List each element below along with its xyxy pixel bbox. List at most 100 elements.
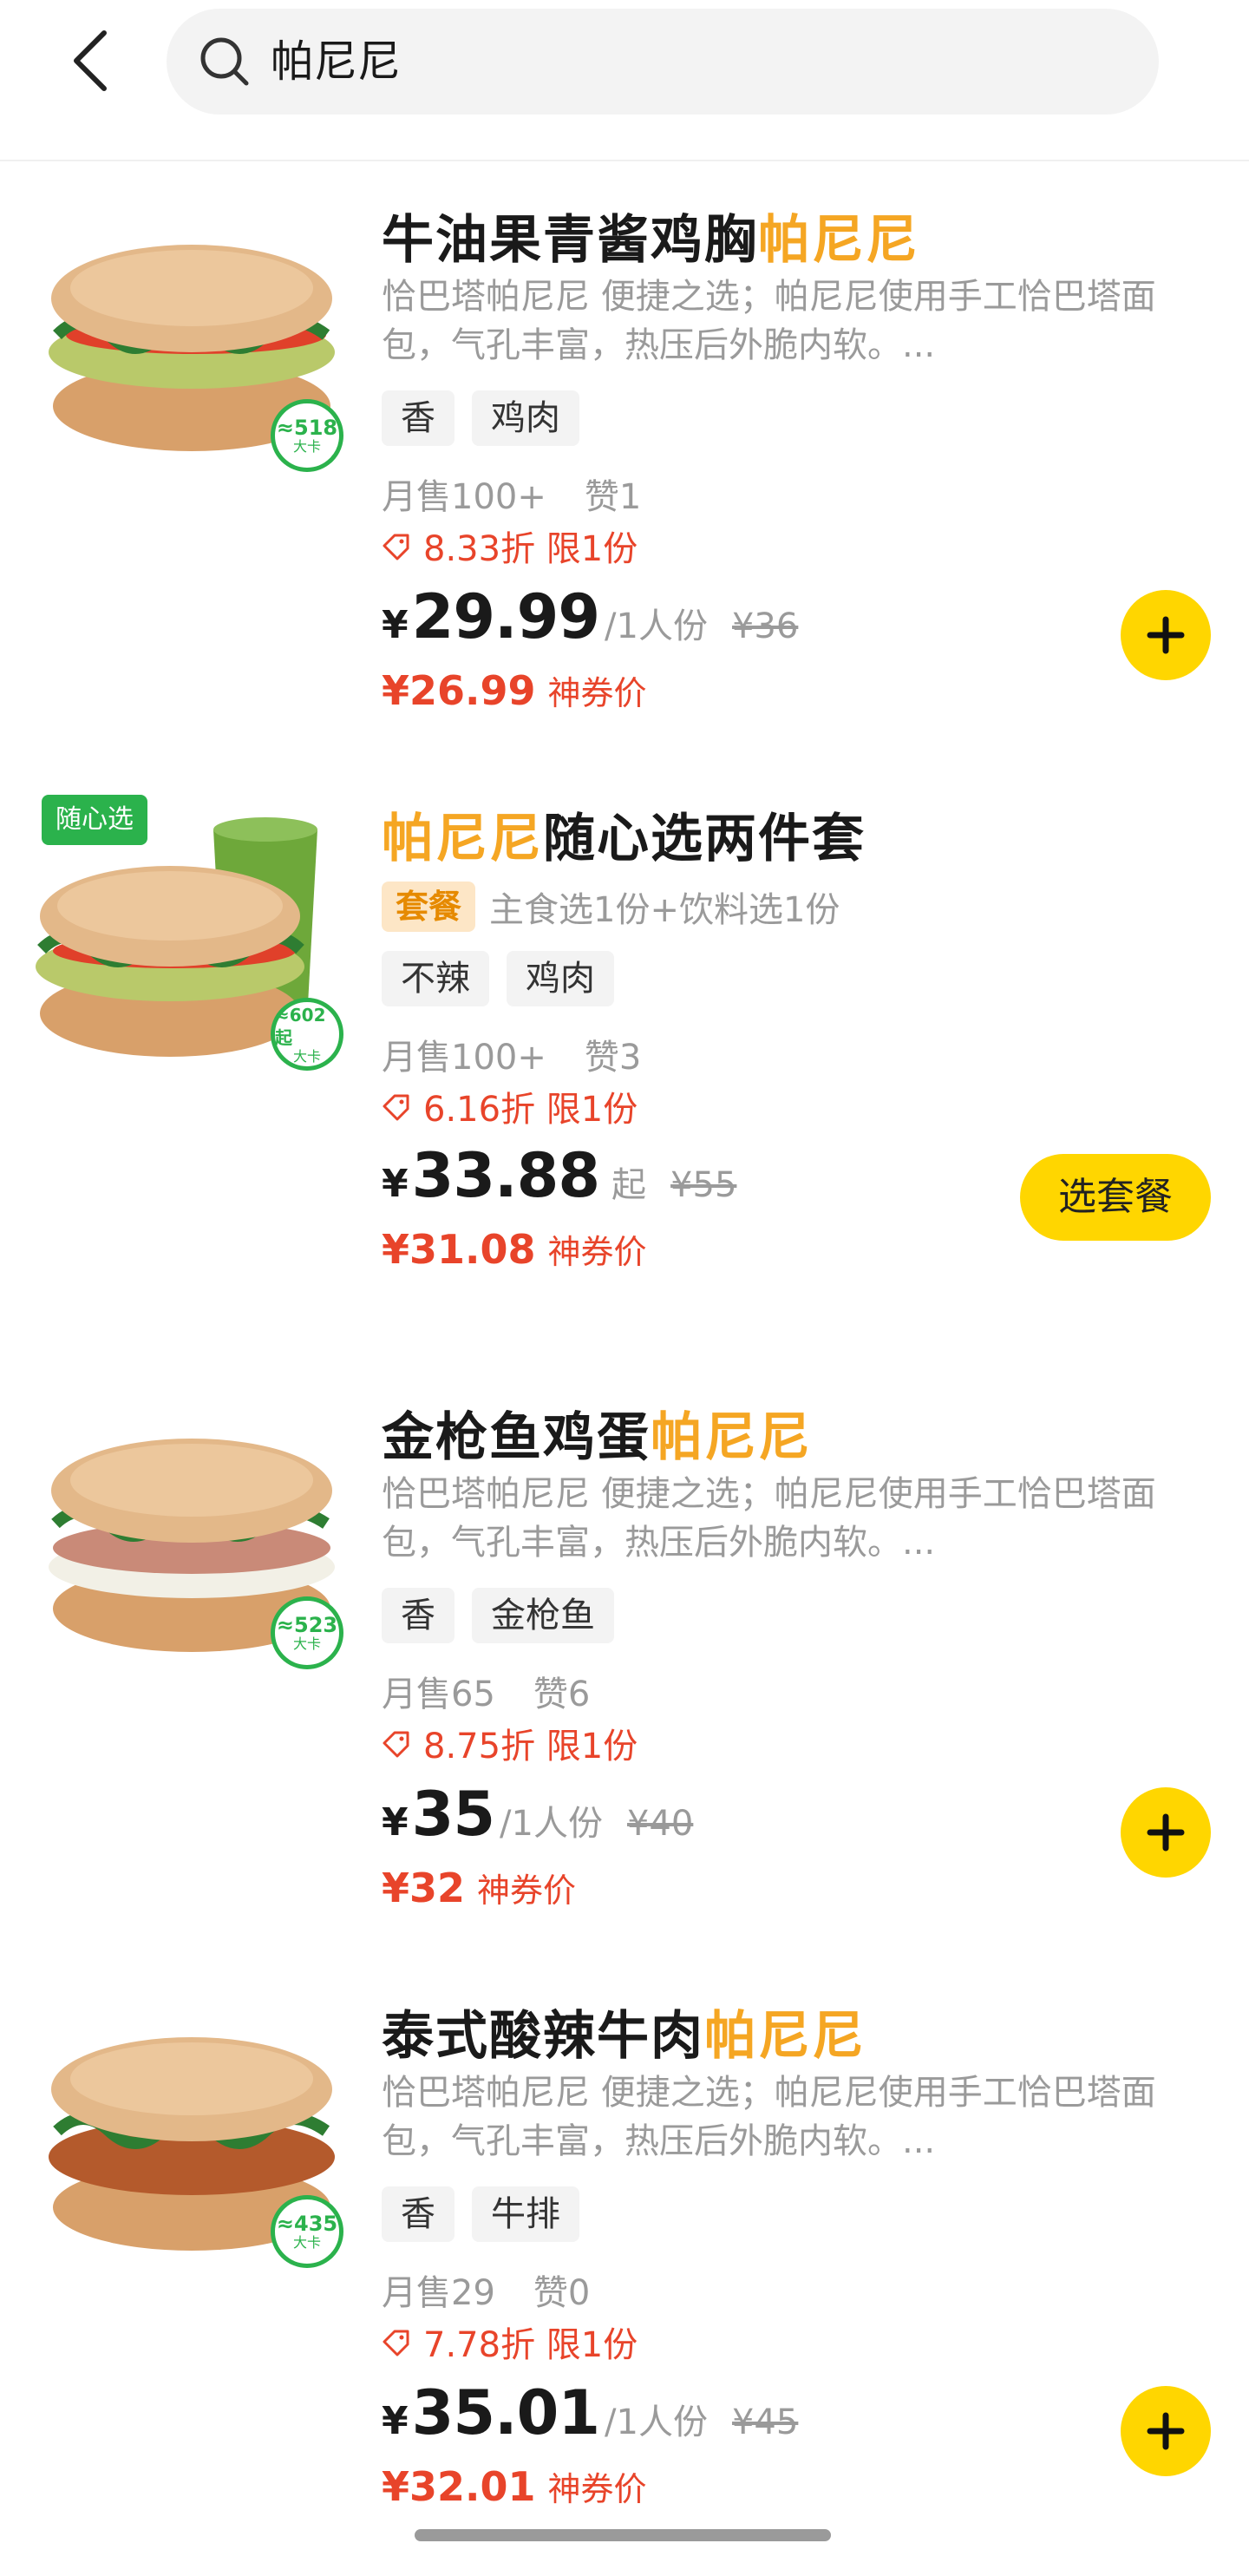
- monthly-sales: 月售100+: [382, 1038, 546, 1078]
- coupon-price: ¥32.01: [382, 2463, 536, 2510]
- back-button[interactable]: [61, 26, 130, 95]
- product-stats: 月售100+ 赞1: [382, 469, 641, 519]
- calorie-unit: 大卡: [292, 2234, 321, 2251]
- calorie-value: ≈602起: [275, 1005, 326, 1048]
- product-tag: 不辣: [382, 951, 489, 1006]
- coupon-price: ¥26.99: [382, 667, 536, 714]
- search-header: [0, 0, 1249, 161]
- product-tag: 鸡肉: [507, 951, 614, 1006]
- product-tags: 香 鸡肉: [382, 390, 579, 446]
- original-price: ¥55: [670, 1165, 737, 1205]
- likes-count: 赞1: [584, 477, 642, 517]
- discount-info: 6.16折 限1份: [382, 1081, 638, 1131]
- combo-info: 套餐 主食选1份+饮料选1份: [382, 882, 840, 932]
- product-description: 恰巴塔帕尼尼 便捷之选；帕尼尼使用手工恰巴塔面包，气孔丰富，热压后外脆内软。..…: [382, 1474, 1156, 1563]
- monthly-sales: 月售29: [382, 2273, 495, 2313]
- calorie-unit: 大卡: [292, 438, 321, 455]
- product-title: 金枪鱼鸡蛋帕尼尼: [382, 1395, 812, 1471]
- monthly-sales: 月售65: [382, 1675, 495, 1714]
- product-tag: 香: [382, 390, 454, 446]
- plus-icon: [1147, 616, 1185, 654]
- price-row: ¥29.99/1人份 ¥36: [382, 581, 798, 652]
- product-title-main: 泰式酸辣牛肉: [382, 2006, 704, 2067]
- currency-symbol: ¥: [382, 603, 409, 647]
- search-box[interactable]: [167, 9, 1159, 115]
- price: 33.88: [411, 1140, 600, 1211]
- combo-badge: 套餐: [382, 882, 476, 932]
- calorie-badge: ≈602起 大卡: [271, 998, 343, 1071]
- discount-info: 8.75折 限1份: [382, 1718, 638, 1768]
- currency-symbol: ¥: [382, 1800, 409, 1845]
- product-card[interactable]: 随心选 ≈602起 大卡 帕尼尼随心选两件套 套餐 主食选1份+饮料选1份 不辣…: [0, 769, 1249, 1367]
- select-combo-button[interactable]: 选套餐: [1020, 1154, 1211, 1241]
- product-title-highlight: 帕尼尼: [758, 210, 919, 271]
- product-description: 恰巴塔帕尼尼 便捷之选；帕尼尼使用手工恰巴塔面包，气孔丰富，热压后外脆内软。..…: [382, 277, 1156, 365]
- product-title-highlight: 帕尼尼: [704, 2006, 866, 2067]
- price-unit: /1人份: [500, 1804, 603, 1844]
- product-tags: 香 牛排: [382, 2186, 579, 2242]
- price-unit: 起: [611, 1165, 647, 1205]
- product-tags: 不辣 鸡肉: [382, 951, 614, 1006]
- discount-text: 6.16折 限1份: [423, 1090, 638, 1130]
- product-card[interactable]: ≈518 大卡 牛油果青酱鸡胸帕尼尼 恰巴塔帕尼尼 便捷之选；帕尼尼使用手工恰巴…: [0, 170, 1249, 769]
- price-row: ¥33.88 起 ¥55: [382, 1140, 736, 1211]
- product-title-main: 牛油果青酱鸡胸: [382, 210, 758, 271]
- likes-count: 赞6: [533, 1675, 591, 1714]
- discount-tag-icon: [383, 1731, 409, 1758]
- calorie-unit: 大卡: [292, 1635, 321, 1652]
- discount-tag-icon: [383, 534, 409, 560]
- product-tags: 香 金枪鱼: [382, 1588, 614, 1643]
- discount-info: 7.78折 限1份: [382, 2317, 638, 2367]
- home-indicator[interactable]: [415, 2529, 831, 2541]
- likes-count: 赞3: [584, 1038, 642, 1078]
- coupon-label: 神券价: [547, 2470, 647, 2508]
- discount-tag-icon: [383, 2330, 409, 2356]
- price-unit: /1人份: [605, 2402, 708, 2442]
- discount-tag-icon: [383, 1094, 409, 1121]
- discount-info: 8.33折 限1份: [382, 521, 638, 571]
- original-price: ¥45: [731, 2402, 799, 2442]
- corner-badge: 随心选: [42, 795, 147, 845]
- search-icon: [200, 37, 249, 86]
- product-card[interactable]: ≈435 大卡 泰式酸辣牛肉帕尼尼 恰巴塔帕尼尼 便捷之选；帕尼尼使用手工恰巴塔…: [0, 1966, 1249, 2565]
- add-to-cart-button[interactable]: [1121, 1787, 1211, 1878]
- product-title-main: 随心选两件套: [543, 809, 866, 869]
- coupon-label: 神券价: [547, 1233, 647, 1271]
- product-description: 恰巴塔帕尼尼 便捷之选；帕尼尼使用手工恰巴塔面包，气孔丰富，热压后外脆内软。..…: [382, 2073, 1156, 2161]
- price-unit: /1人份: [605, 606, 708, 646]
- product-title-highlight: 帕尼尼: [382, 809, 543, 869]
- calorie-value: ≈523: [276, 1613, 338, 1637]
- price: 35: [411, 1779, 495, 1850]
- product-tag: 香: [382, 2186, 454, 2242]
- combo-description: 主食选1份+饮料选1份: [489, 890, 840, 930]
- calorie-badge: ≈518 大卡: [271, 399, 343, 472]
- product-title-main: 金枪鱼鸡蛋: [382, 1407, 651, 1468]
- product-card[interactable]: ≈523 大卡 金枪鱼鸡蛋帕尼尼 恰巴塔帕尼尼 便捷之选；帕尼尼使用手工恰巴塔面…: [0, 1367, 1249, 1966]
- coupon-price-row: ¥32 神券价: [382, 1864, 576, 1911]
- product-tag: 香: [382, 1588, 454, 1643]
- product-tag: 牛排: [472, 2186, 579, 2242]
- likes-count: 赞0: [533, 2273, 591, 2313]
- product-stats: 月售65 赞6: [382, 1666, 590, 1716]
- currency-symbol: ¥: [382, 2399, 409, 2443]
- product-title: 牛油果青酱鸡胸帕尼尼: [382, 198, 919, 273]
- product-title-highlight: 帕尼尼: [651, 1407, 812, 1468]
- product-title: 泰式酸辣牛肉帕尼尼: [382, 1994, 866, 2069]
- coupon-label: 神券价: [547, 674, 647, 712]
- search-input[interactable]: [271, 26, 1051, 97]
- calorie-badge: ≈523 大卡: [271, 1596, 343, 1669]
- product-title: 帕尼尼随心选两件套: [382, 796, 866, 872]
- coupon-price: ¥32: [382, 1865, 466, 1911]
- original-price: ¥36: [731, 606, 799, 646]
- plus-icon: [1147, 2412, 1185, 2450]
- calorie-value: ≈435: [276, 2212, 338, 2236]
- add-to-cart-button[interactable]: [1121, 590, 1211, 680]
- coupon-price: ¥31.08: [382, 1226, 536, 1273]
- add-to-cart-button[interactable]: [1121, 2386, 1211, 2476]
- price: 29.99: [411, 581, 600, 652]
- product-tag: 金枪鱼: [472, 1588, 614, 1643]
- price-row: ¥35.01/1人份 ¥45: [382, 2377, 798, 2448]
- product-stats: 月售100+ 赞3: [382, 1029, 641, 1079]
- discount-text: 7.78折 限1份: [423, 2325, 638, 2365]
- currency-symbol: ¥: [382, 1162, 409, 1206]
